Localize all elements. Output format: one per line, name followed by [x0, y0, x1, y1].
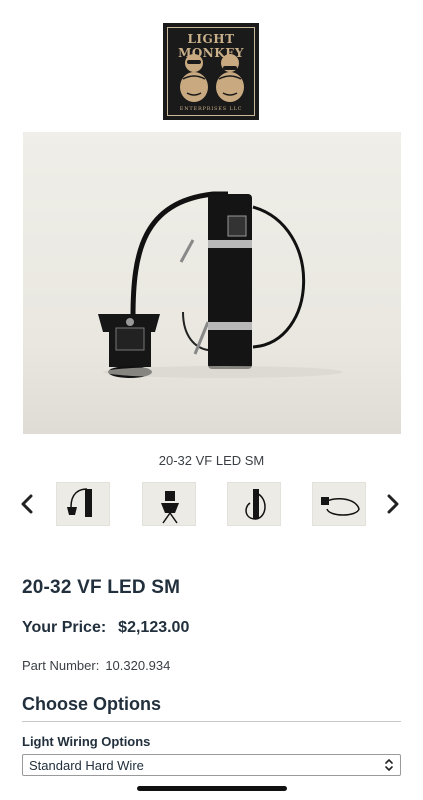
wiring-selected-value: Standard Hard Wire [29, 758, 144, 773]
price-row: Your Price: $2,123.00 [22, 619, 189, 637]
wiring-options-select[interactable]: Standard Hard Wire [22, 754, 401, 776]
price-value: $2,123.00 [118, 619, 190, 636]
thumbnail-2[interactable] [142, 482, 196, 526]
thumbnail-4[interactable] [312, 482, 366, 526]
image-caption: 20-32 VF LED SM [158, 453, 265, 468]
thumbnail-image [321, 497, 360, 516]
thumbnail-3[interactable] [227, 482, 281, 526]
brand-logo[interactable]: LIGHT MONKEY ENTERPRISES LLC [163, 23, 259, 120]
options-heading: Choose Options [22, 694, 161, 714]
monkeys-illustration [180, 54, 244, 102]
price-label: Your Price: [22, 619, 107, 636]
chevron-right-icon [387, 494, 399, 514]
thumbnail-image [67, 488, 92, 517]
product-title: 20-32 VF LED SM [22, 577, 181, 598]
thumbnail-image [245, 489, 266, 520]
carousel-prev-button[interactable] [20, 494, 38, 514]
thumbnail-image [161, 491, 179, 524]
logo-tagline: ENTERPRISES LLC [179, 106, 243, 112]
options-divider [22, 721, 401, 722]
wiring-options-label: Light Wiring Options [22, 734, 151, 749]
chevron-left-icon [21, 494, 33, 514]
dive-light-illustration [98, 191, 343, 378]
part-number-label: Part Number: [22, 658, 100, 673]
updown-chevron-icon [385, 758, 393, 772]
thumbnail-carousel [0, 482, 423, 528]
product-main-image[interactable] [23, 132, 401, 434]
home-indicator [137, 786, 287, 791]
part-number-row: Part Number: 10.320.934 [22, 658, 170, 673]
carousel-next-button[interactable] [386, 494, 404, 514]
thumbnail-1[interactable] [56, 482, 110, 526]
part-number-value: 10.320.934 [105, 658, 171, 673]
